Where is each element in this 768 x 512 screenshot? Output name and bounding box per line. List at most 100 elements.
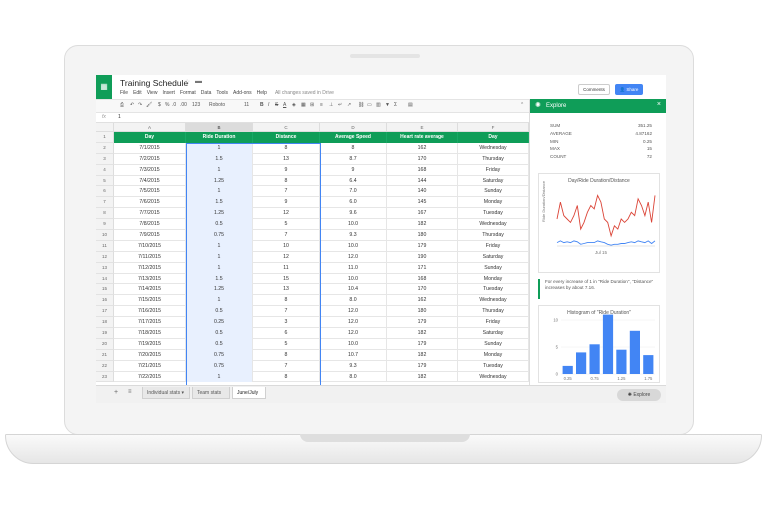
- sheets-logo-icon[interactable]: ▦: [96, 75, 112, 99]
- table-cell[interactable]: Monday: [458, 197, 529, 209]
- table-cell[interactable]: 1.25: [186, 175, 253, 187]
- undo-icon[interactable]: ↶: [130, 102, 134, 108]
- table-cell[interactable]: 179: [387, 317, 458, 329]
- column-header-c[interactable]: C: [253, 123, 320, 132]
- table-cell[interactable]: 180: [387, 306, 458, 318]
- column-header-f[interactable]: F: [458, 123, 529, 132]
- table-cell[interactable]: 8.0: [320, 295, 387, 307]
- table-cell[interactable]: 6.0: [320, 197, 387, 209]
- table-cell[interactable]: 0.75: [186, 349, 253, 361]
- table-cell[interactable]: 170: [387, 153, 458, 165]
- sheet-tab[interactable]: June/July ▾: [232, 387, 266, 403]
- table-cell[interactable]: Wednesday: [458, 371, 529, 383]
- table-cell[interactable]: 15: [253, 273, 320, 285]
- table-cell[interactable]: Wednesday: [458, 219, 529, 231]
- table-cell[interactable]: 9: [253, 164, 320, 176]
- table-cell[interactable]: 7/7/2015: [114, 208, 186, 220]
- table-cell[interactable]: 7/19/2015: [114, 338, 186, 350]
- currency-icon[interactable]: $: [158, 102, 161, 108]
- header-cell[interactable]: Distance: [253, 132, 320, 143]
- table-cell[interactable]: 1: [186, 262, 253, 274]
- add-sheet-icon[interactable]: +: [114, 389, 118, 396]
- menu-insert[interactable]: Insert: [162, 90, 175, 96]
- table-cell[interactable]: 7: [253, 360, 320, 372]
- table-cell[interactable]: 7/9/2015: [114, 230, 186, 241]
- table-cell[interactable]: 8.7: [320, 153, 387, 165]
- table-cell[interactable]: 10.0: [320, 240, 387, 252]
- column-header-e[interactable]: E: [387, 123, 458, 132]
- table-cell[interactable]: 10: [253, 240, 320, 252]
- document-title[interactable]: Training Schedule: [120, 78, 188, 88]
- table-cell[interactable]: 9.6: [320, 208, 387, 220]
- table-cell[interactable]: 1.5: [186, 197, 253, 209]
- table-cell[interactable]: 170: [387, 284, 458, 296]
- fill-color-icon[interactable]: ◈: [292, 102, 296, 108]
- table-cell[interactable]: 1: [186, 251, 253, 263]
- bold-icon[interactable]: B: [260, 102, 264, 108]
- table-cell[interactable]: 0.5: [186, 219, 253, 231]
- table-cell[interactable]: Monday: [458, 349, 529, 361]
- table-cell[interactable]: 10.0: [320, 219, 387, 231]
- table-cell[interactable]: 1.25: [186, 208, 253, 220]
- table-cell[interactable]: 7: [253, 186, 320, 198]
- link-icon[interactable]: ⛓: [358, 102, 364, 108]
- row-number[interactable]: 3: [96, 153, 114, 165]
- row-number[interactable]: 19: [96, 328, 114, 339]
- filter-icon[interactable]: ▼: [385, 102, 390, 108]
- table-cell[interactable]: 162: [387, 295, 458, 307]
- menu-edit[interactable]: Edit: [133, 90, 142, 96]
- sheet-tab[interactable]: Individual stats ▾: [142, 387, 190, 399]
- table-cell[interactable]: 7/20/2015: [114, 349, 186, 361]
- table-cell[interactable]: 10.4: [320, 284, 387, 296]
- row-number[interactable]: 6: [96, 186, 114, 198]
- table-cell[interactable]: 7/2/2015: [114, 153, 186, 165]
- table-cell[interactable]: 9: [320, 164, 387, 176]
- table-cell[interactable]: 168: [387, 164, 458, 176]
- text-color-icon[interactable]: A: [283, 102, 286, 108]
- table-cell[interactable]: 182: [387, 349, 458, 361]
- table-cell[interactable]: 1: [186, 240, 253, 252]
- table-cell[interactable]: 145: [387, 197, 458, 209]
- row-number[interactable]: 21: [96, 349, 114, 361]
- input-tools-icon[interactable]: ▤: [408, 102, 413, 108]
- table-cell[interactable]: 7/22/2015: [114, 371, 186, 383]
- wrap-icon[interactable]: ↵: [338, 102, 342, 108]
- table-cell[interactable]: 13: [253, 284, 320, 296]
- table-cell[interactable]: 190: [387, 251, 458, 263]
- row-number[interactable]: 5: [96, 175, 114, 187]
- explore-button[interactable]: ✺ Explore: [617, 389, 661, 401]
- table-cell[interactable]: 9: [253, 197, 320, 209]
- table-cell[interactable]: 179: [387, 338, 458, 350]
- table-cell[interactable]: Friday: [458, 164, 529, 176]
- table-cell[interactable]: 182: [387, 219, 458, 231]
- italic-icon[interactable]: I: [268, 102, 269, 108]
- table-cell[interactable]: 7/11/2015: [114, 251, 186, 263]
- redo-icon[interactable]: ↷: [138, 102, 142, 108]
- menu-help[interactable]: Help: [257, 90, 267, 96]
- table-cell[interactable]: Saturday: [458, 328, 529, 339]
- table-cell[interactable]: Sunday: [458, 262, 529, 274]
- table-cell[interactable]: Friday: [458, 240, 529, 252]
- table-cell[interactable]: 162: [387, 142, 458, 154]
- table-cell[interactable]: 7/5/2015: [114, 186, 186, 198]
- menu-add-ons[interactable]: Add-ons: [233, 90, 252, 96]
- row-number[interactable]: 16: [96, 295, 114, 307]
- borders-icon[interactable]: ▦: [301, 102, 306, 108]
- table-cell[interactable]: 1: [186, 164, 253, 176]
- share-button[interactable]: 👤 Share: [615, 84, 643, 95]
- row-number[interactable]: 4: [96, 164, 114, 176]
- table-cell[interactable]: Saturday: [458, 251, 529, 263]
- table-cell[interactable]: Sunday: [458, 186, 529, 198]
- header-cell[interactable]: Day: [114, 132, 186, 143]
- table-cell[interactable]: 8: [253, 371, 320, 383]
- table-cell[interactable]: 10.0: [320, 338, 387, 350]
- row-number[interactable]: 1: [96, 132, 114, 143]
- table-cell[interactable]: 1: [186, 186, 253, 198]
- table-cell[interactable]: 12.0: [320, 306, 387, 318]
- table-cell[interactable]: 179: [387, 360, 458, 372]
- chevron-down-icon[interactable]: ▾: [237, 402, 240, 403]
- menu-format[interactable]: Format: [180, 90, 196, 96]
- table-cell[interactable]: 1: [186, 142, 253, 154]
- row-number[interactable]: 14: [96, 273, 114, 285]
- table-cell[interactable]: 7/17/2015: [114, 317, 186, 329]
